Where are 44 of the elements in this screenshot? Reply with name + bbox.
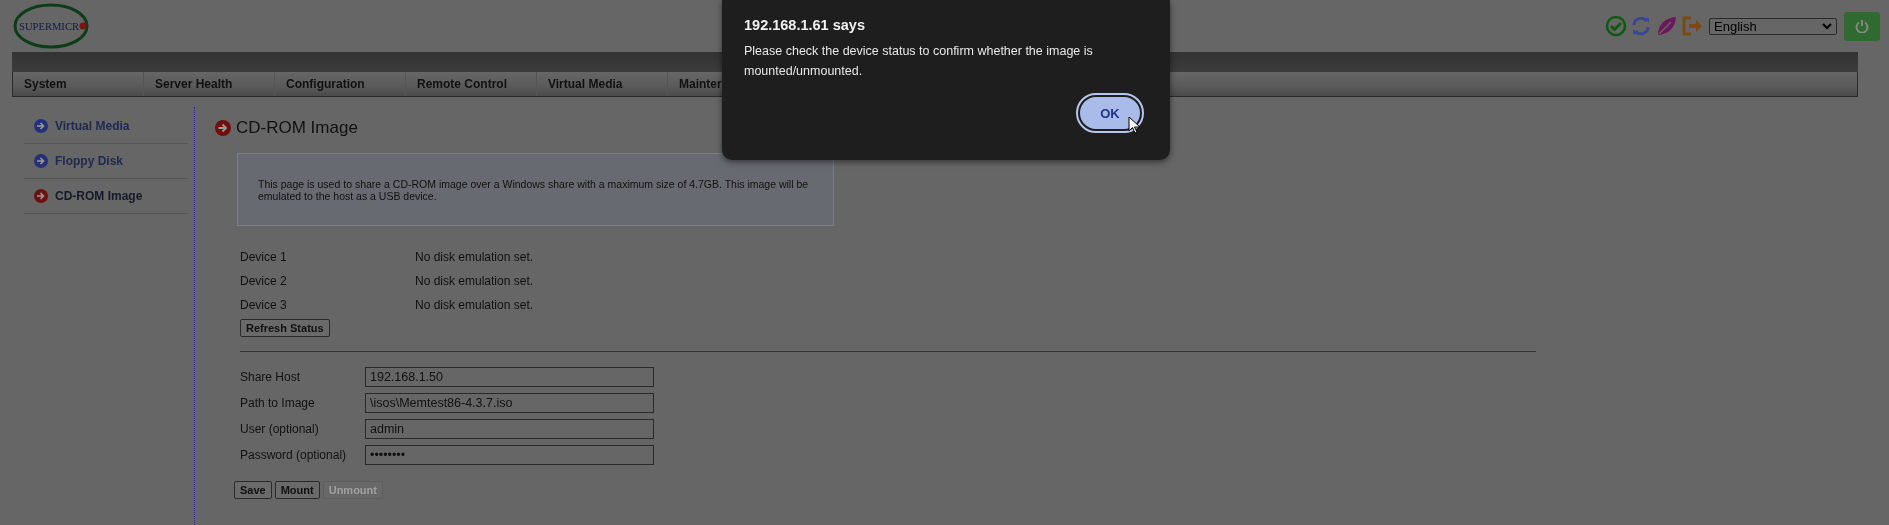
field-label: User (optional)	[240, 422, 320, 436]
arrow-icon	[34, 154, 48, 168]
dialog-title: 192.168.1.61 says	[744, 17, 866, 33]
logout-icon[interactable]	[1680, 15, 1704, 37]
device-status: No disk emulation set.	[415, 298, 535, 313]
menu-item[interactable]: Server Health	[144, 72, 275, 96]
sidebar-item[interactable]: Virtual Media	[24, 109, 188, 144]
menu-item[interactable]: Virtual Media	[537, 72, 668, 96]
menu-item[interactable]: Mainter	[668, 72, 722, 96]
input-field[interactable]: 192.168.1.50	[365, 367, 654, 387]
action-button[interactable]: Save	[234, 481, 272, 499]
refresh-icon[interactable]	[1630, 15, 1652, 37]
refresh-status-button[interactable]: Refresh Status	[240, 319, 330, 337]
language-select[interactable]: English	[1709, 17, 1837, 35]
check-icon[interactable]	[1605, 15, 1627, 37]
input-field[interactable]: admin	[365, 419, 654, 439]
field-label: Password (optional)	[240, 448, 348, 462]
dialog-message: Please check the device status to confirm whether the image is mounted/unmounted.	[744, 43, 1094, 80]
ok-button[interactable]: OK	[1078, 95, 1142, 131]
cursor-icon	[1128, 116, 1140, 134]
arrow-icon	[34, 189, 48, 203]
description-text: This page is used to share a CD-ROM image over a Windows share with a maximum size of 4.7GB. This image will be emulated to the host as a USB device.	[258, 177, 810, 202]
input-field[interactable]: ••••••••	[365, 445, 654, 465]
menu-item[interactable]: System	[13, 72, 144, 96]
menu-item[interactable]: Configuration	[275, 72, 406, 96]
menu-item[interactable]: Remote Control	[406, 72, 537, 96]
field-label: Share Host	[240, 370, 302, 384]
device-label: Device 2	[240, 274, 288, 289]
device-status: No disk emulation set.	[415, 274, 535, 289]
caret-icon	[1822, 22, 1832, 30]
power-button[interactable]	[1844, 11, 1880, 41]
device-status: No disk emulation set.	[415, 250, 535, 265]
device-label: Device 1	[240, 250, 288, 265]
input-field[interactable]: \isos\Memtest86-4.3.7.iso	[365, 393, 654, 413]
arrow-icon	[215, 120, 231, 136]
leaf-icon[interactable]	[1655, 15, 1677, 37]
page-title: CD-ROM Image	[236, 118, 358, 138]
action-button[interactable]: Mount	[274, 481, 320, 499]
sidebar-item[interactable]: CD-ROM Image	[24, 179, 188, 214]
arrow-icon	[34, 119, 48, 133]
device-label: Device 3	[240, 298, 288, 313]
sidebar-item[interactable]: Floppy Disk	[24, 144, 188, 179]
field-label: Path to Image	[240, 396, 316, 410]
power-icon[interactable]	[1855, 19, 1869, 33]
